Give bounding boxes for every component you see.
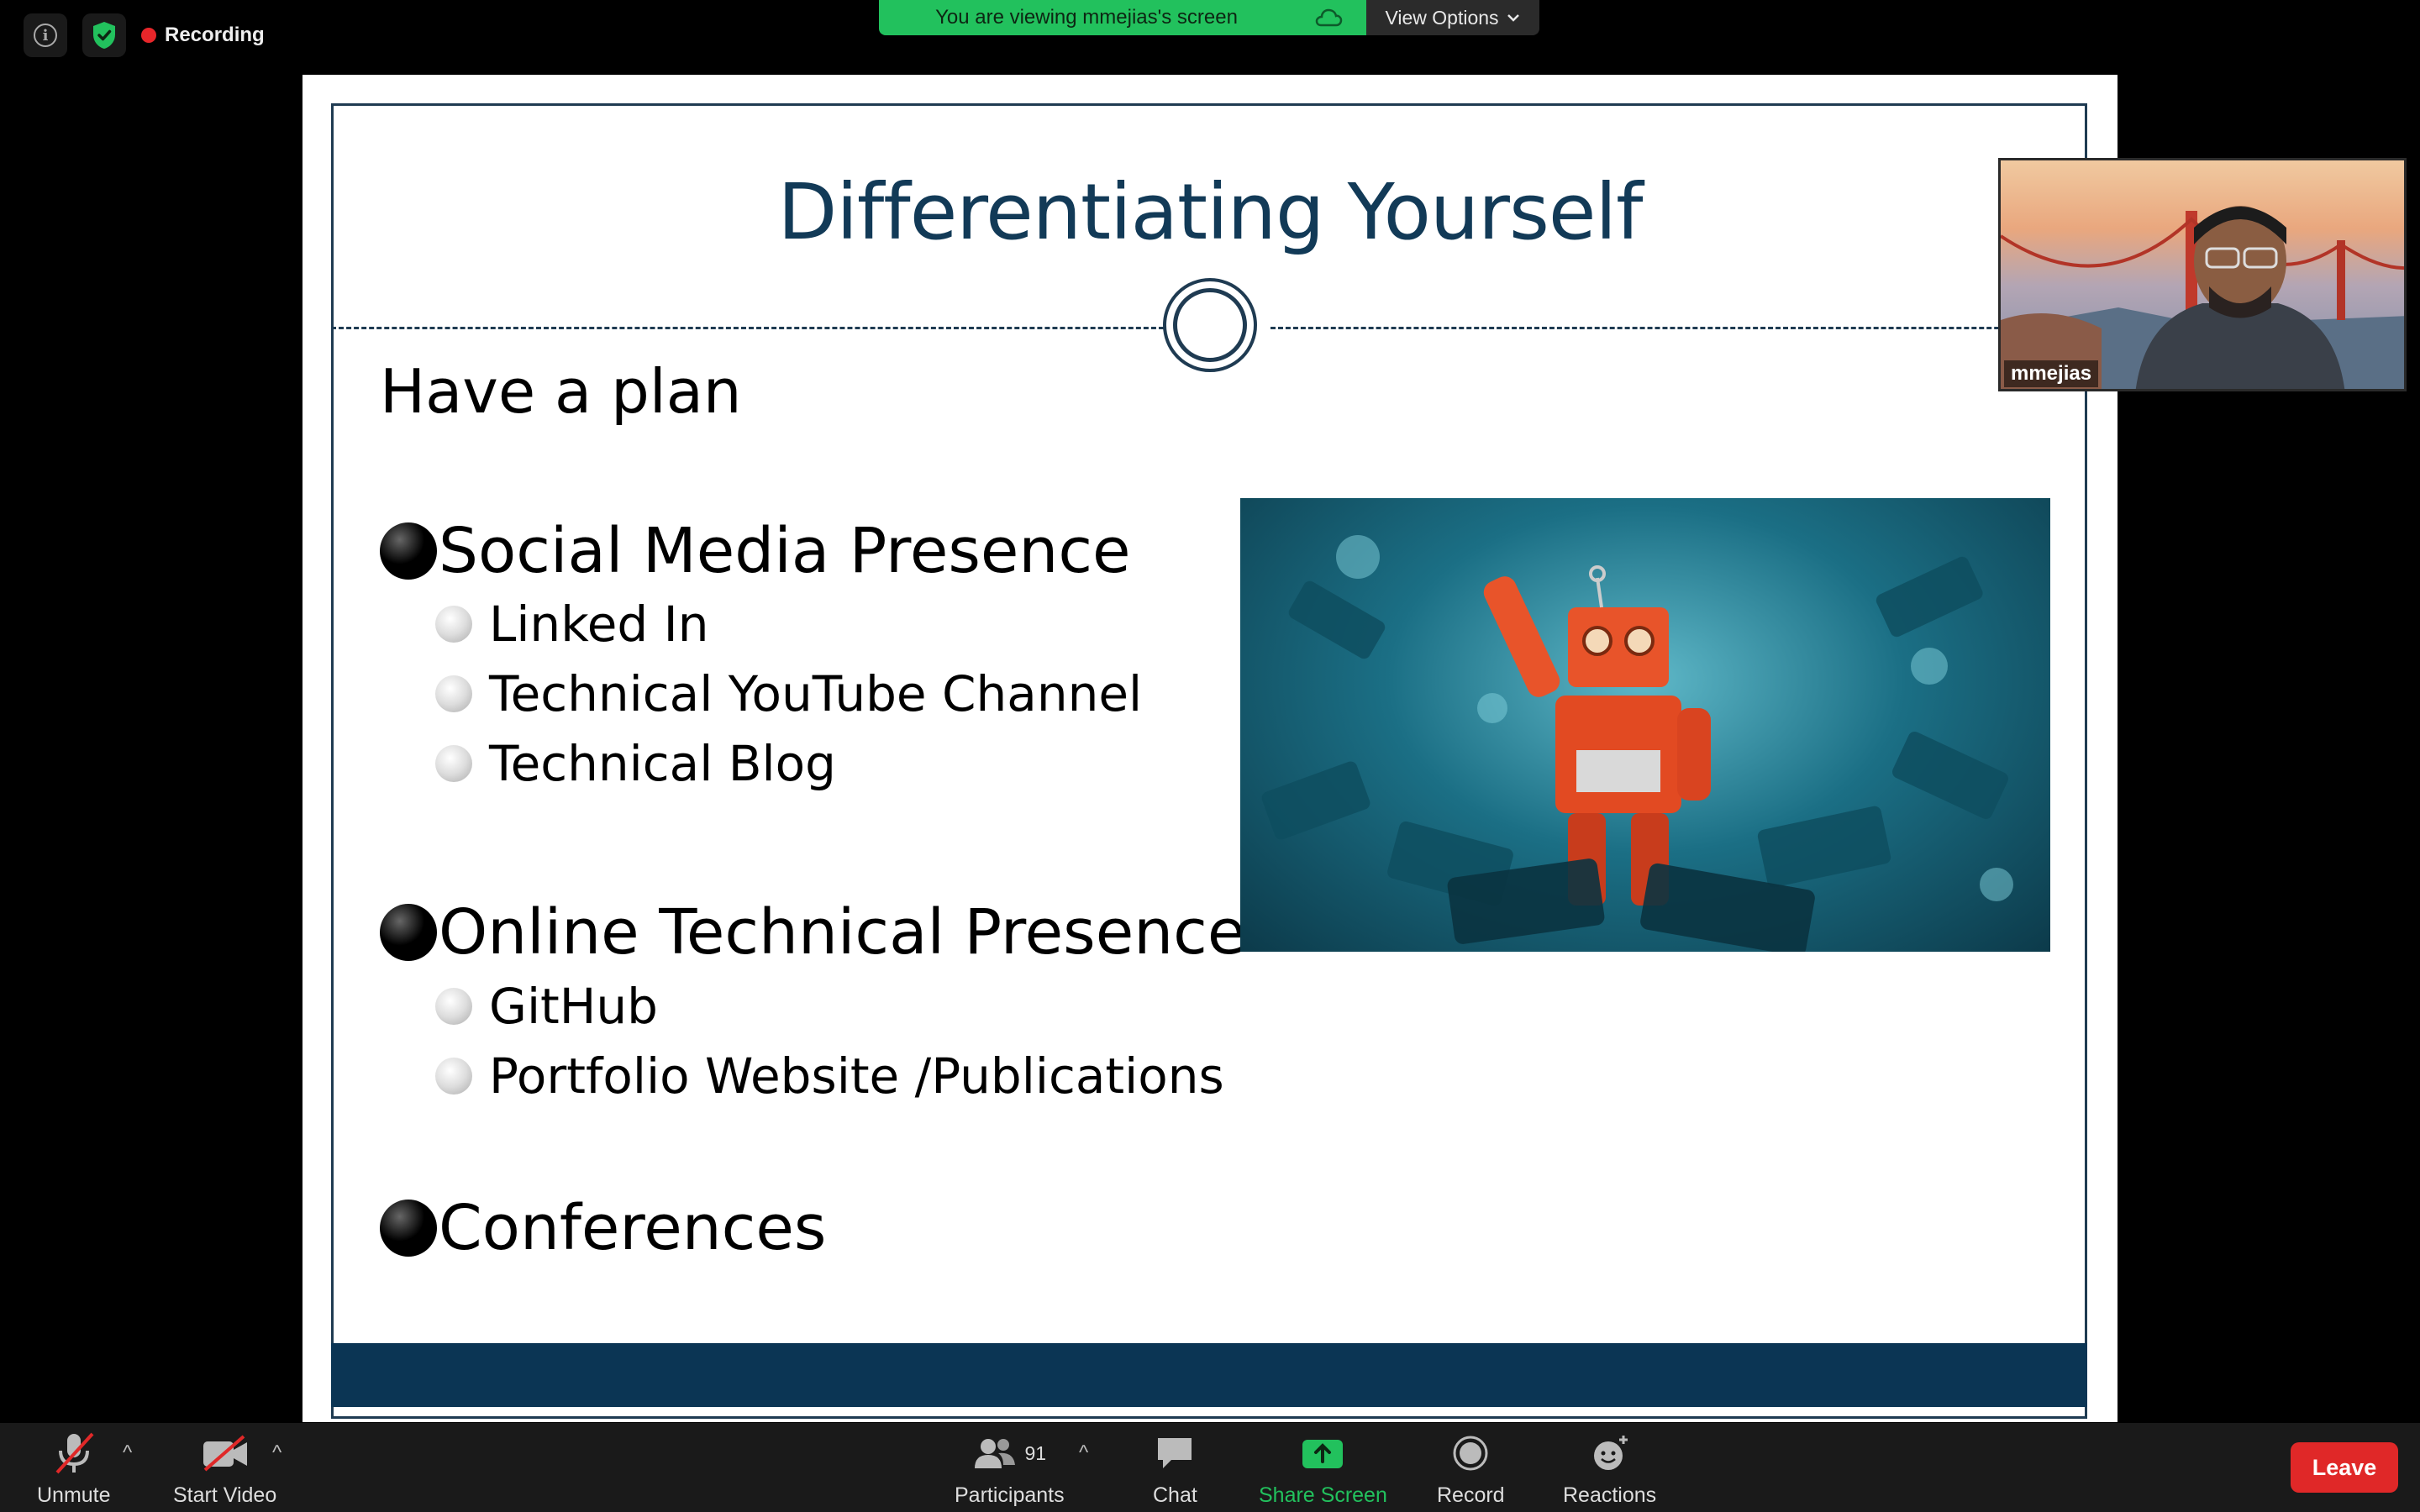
bullet-level2: Portfolio Website /Publications xyxy=(435,1047,1224,1105)
start-video-label: Start Video xyxy=(173,1483,277,1507)
view-options-label: View Options xyxy=(1385,6,1499,29)
chat-button[interactable]: Chat xyxy=(1153,1430,1197,1508)
gray-bullet-icon xyxy=(435,745,472,782)
unmute-label: Unmute xyxy=(37,1483,111,1507)
cloud-icon xyxy=(1315,8,1343,27)
title-divider-left xyxy=(331,327,1171,329)
video-feed-image xyxy=(2001,206,2404,389)
black-bullet-icon xyxy=(380,522,437,580)
reactions-button[interactable]: Reactions xyxy=(1563,1430,1656,1508)
bullet-level2: Technical Blog xyxy=(435,735,836,792)
gray-bullet-icon xyxy=(435,1058,472,1095)
video-off-icon xyxy=(200,1430,250,1477)
unmute-button[interactable]: Unmute xyxy=(37,1430,111,1508)
viewing-screen-label: You are viewing mmejias's screen xyxy=(879,0,1366,35)
bullet-text: Portfolio Website /Publications xyxy=(489,1047,1224,1105)
record-button[interactable]: Record xyxy=(1437,1430,1505,1508)
share-screen-icon xyxy=(1301,1430,1344,1477)
participant-name-label: mmejias xyxy=(2004,360,2099,387)
bullet-text: Conferences xyxy=(439,1192,827,1264)
start-video-button[interactable]: Start Video xyxy=(173,1430,276,1508)
meeting-info-button[interactable]: i xyxy=(24,13,67,57)
slide-footer-bar xyxy=(331,1343,2087,1407)
slide-subtitle: Have a plan xyxy=(380,356,742,427)
meeting-toolbar: Unmute ^ Start Video ^ 91 Participants ^ xyxy=(0,1423,2420,1512)
view-options-button[interactable]: View Options xyxy=(1366,0,1539,35)
gray-bullet-icon xyxy=(435,606,472,643)
microphone-muted-icon xyxy=(50,1430,97,1477)
bullet-level1: Online Technical Presence xyxy=(380,896,1245,969)
viewing-screen-text: You are viewing mmejias's screen xyxy=(935,6,1238,29)
recording-label: Recording xyxy=(165,24,265,46)
participant-video-tile[interactable]: mmejias xyxy=(1998,158,2407,391)
record-label: Record xyxy=(1437,1483,1505,1507)
robot-illustration xyxy=(1261,535,2013,952)
participants-label: Participants xyxy=(955,1483,1065,1507)
bullet-level1: Conferences xyxy=(380,1192,826,1264)
bullet-text: Linked In xyxy=(489,596,709,653)
bullet-level1: Social Media Presence xyxy=(380,515,1131,587)
chat-label: Chat xyxy=(1153,1483,1197,1507)
robot-image xyxy=(1240,498,2050,952)
participants-button[interactable]: 91 Participants xyxy=(955,1430,1065,1508)
bullet-text: Technical YouTube Channel xyxy=(489,665,1143,722)
black-bullet-icon xyxy=(380,1200,437,1257)
recording-dot-icon xyxy=(141,28,156,43)
reactions-icon xyxy=(1590,1430,1630,1477)
share-screen-label: Share Screen xyxy=(1259,1483,1387,1507)
black-bullet-icon xyxy=(380,904,437,961)
security-button[interactable] xyxy=(82,13,126,57)
participants-icon xyxy=(974,1439,1015,1468)
shield-check-icon xyxy=(93,22,115,49)
bullet-level2: Linked In xyxy=(435,596,709,653)
record-icon xyxy=(1452,1430,1489,1477)
reactions-label: Reactions xyxy=(1563,1483,1657,1507)
bullet-level2: GitHub xyxy=(435,978,658,1035)
share-screen-button[interactable]: Share Screen xyxy=(1259,1430,1387,1508)
recording-indicator[interactable]: Recording xyxy=(141,24,265,47)
audio-options-caret-icon[interactable]: ^ xyxy=(123,1441,132,1465)
participants-count: 91 xyxy=(1024,1441,1047,1464)
leave-button[interactable]: Leave xyxy=(2291,1442,2398,1493)
bullet-text: Online Technical Presence xyxy=(439,896,1246,969)
bullet-text: GitHub xyxy=(489,978,658,1035)
screen-share-banner: You are viewing mmejias's screen View Op… xyxy=(879,0,1539,35)
participants-options-caret-icon[interactable]: ^ xyxy=(1079,1441,1088,1465)
meeting-info-bar: i Recording xyxy=(24,13,265,57)
gray-bullet-icon xyxy=(435,988,472,1025)
video-options-caret-icon[interactable]: ^ xyxy=(272,1441,281,1465)
shared-screen-slide: Differentiating Yourself Have a plan Soc… xyxy=(302,75,2118,1422)
bullet-level2: Technical YouTube Channel xyxy=(435,665,1142,722)
chevron-down-icon xyxy=(1507,14,1519,22)
bullet-text: Social Media Presence xyxy=(439,515,1131,587)
info-icon: i xyxy=(34,24,57,47)
bullet-text: Technical Blog xyxy=(489,735,836,792)
divider-circle-ornament xyxy=(1163,278,1257,372)
chat-icon xyxy=(1155,1430,1195,1477)
title-divider-right xyxy=(1270,327,2052,329)
slide-title: Differentiating Yourself xyxy=(777,167,1644,257)
gray-bullet-icon xyxy=(435,675,472,712)
